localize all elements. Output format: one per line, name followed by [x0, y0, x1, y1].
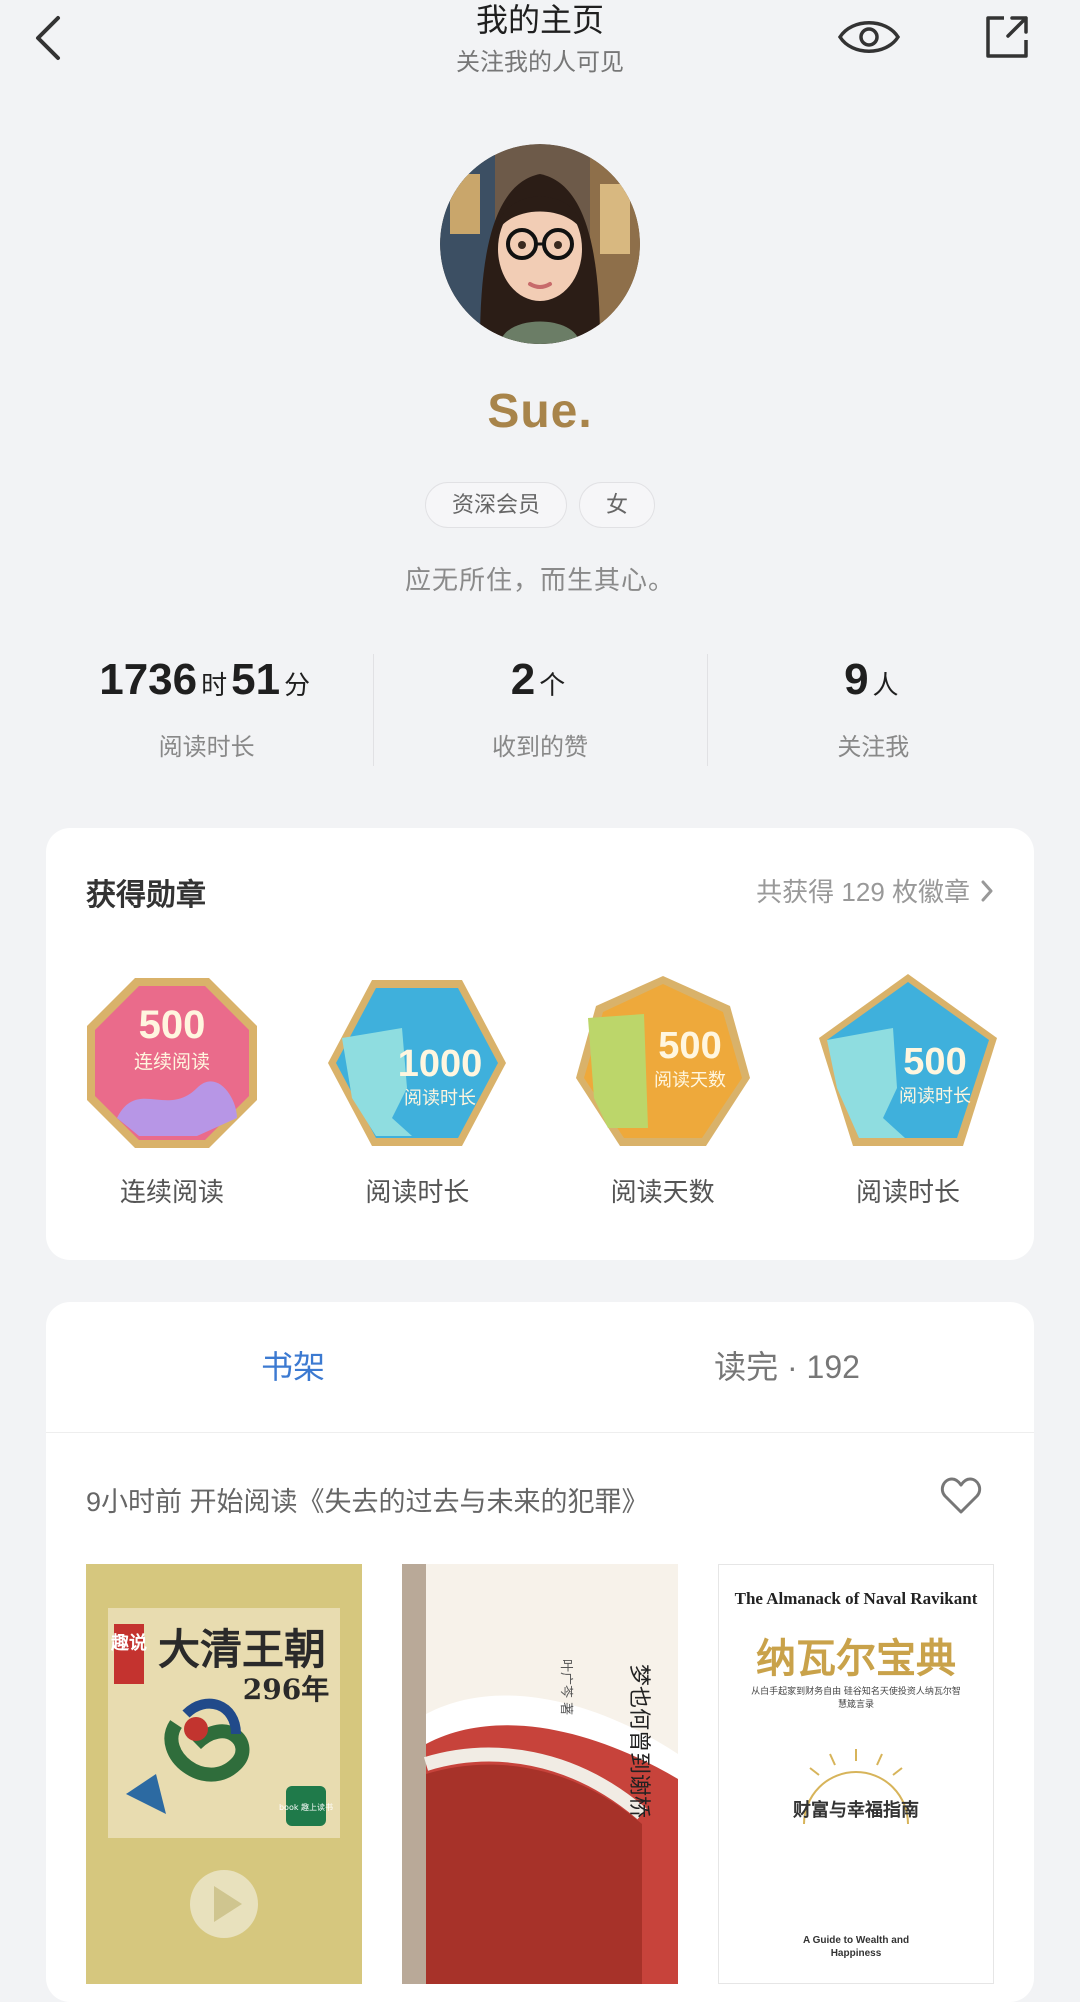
cover-title: 纳瓦尔宝典 — [756, 1635, 956, 1682]
cover-title: 大清王朝 — [158, 1625, 326, 1674]
cover-subtitle: 财富与幸福指南 — [793, 1799, 919, 1821]
tab-bookshelf[interactable]: 书架 — [46, 1302, 540, 1432]
medal-label: 阅读天数 — [610, 1177, 715, 1207]
recent-activity-text: 9小时前 开始阅读《失去的过去与未来的犯罪》 — [86, 1487, 649, 1517]
likes-unit: 个 — [539, 670, 566, 700]
medal-item[interactable]: 500 连续阅读 连续阅读 — [72, 968, 272, 1209]
medal-number: 500 — [658, 1025, 721, 1067]
medals-title: 获得勋章 — [86, 879, 206, 912]
cover-subtitle: 296年 — [243, 1673, 329, 1706]
reading-time-stat[interactable]: 1736 时51 分 阅读时长 — [40, 650, 373, 770]
cover-title-en: The Almanack of Naval Ravikant — [735, 1589, 978, 1608]
pentagon-medal-icon: 500 阅读时长 — [818, 974, 997, 1146]
book-list: 趣说 大清王朝 296年 book 趣上读书 梦也何曾到谢桥 叶广芩 著 The… — [86, 1564, 994, 1984]
reading-time-label: 阅读时长 — [158, 734, 255, 761]
user-bio: 应无所住，而生其心。 — [404, 565, 675, 595]
medals-list: 500 连续阅读 连续阅读 1000 阅读时长 阅读时长 500 阅读天数 阅读… — [72, 968, 1008, 1209]
followers-value: 9 — [844, 655, 869, 704]
followers-label: 关注我 — [837, 734, 910, 761]
medal-label: 连续阅读 — [119, 1177, 224, 1207]
likes-stat[interactable]: 2个 收到的赞 — [373, 650, 706, 770]
followers-stat[interactable]: 9人 关注我 — [706, 650, 1040, 770]
medal-label: 阅读时长 — [365, 1177, 470, 1207]
medal-number: 1000 — [398, 1043, 483, 1085]
header-title-block: 我的主页 关注我的人可见 — [0, 0, 1080, 78]
share-external-icon[interactable] — [982, 12, 1032, 62]
medal-number: 500 — [139, 1003, 206, 1047]
medal-item[interactable]: 500 阅读天数 阅读天数 — [563, 968, 763, 1209]
hours-unit: 时 — [201, 670, 228, 700]
bookshelf-card: 书架 读完 · 192 9小时前 开始阅读《失去的过去与未来的犯罪》 趣说 大清… — [46, 1302, 1034, 2002]
hexagon-medal-icon: 1000 阅读时长 — [328, 980, 507, 1146]
cover-title: 梦也何曾到谢桥 — [626, 1664, 651, 1818]
eye-icon[interactable] — [836, 12, 902, 62]
heart-icon[interactable] — [940, 1476, 982, 1516]
avatar[interactable] — [440, 144, 640, 344]
cover-author: 叶广芩 著 — [558, 1659, 573, 1715]
user-name: Sue. — [487, 385, 593, 438]
medal-item[interactable]: 1000 阅读时长 阅读时长 — [317, 968, 517, 1209]
reading-hours-value: 1736 — [99, 655, 198, 704]
book-cover[interactable]: The Almanack of Naval Ravikant 纳瓦尔宝典 从白手… — [718, 1564, 994, 1984]
stats-row: 1736 时51 分 阅读时长 2个 收到的赞 9人 关注我 — [40, 650, 1040, 770]
octagon-medal-icon: 500 连续阅读 — [87, 978, 257, 1148]
medal-number: 500 — [903, 1041, 966, 1083]
medal-label: 阅读时长 — [855, 1177, 960, 1207]
medal-caption: 阅读天数 — [654, 1070, 726, 1091]
profile-tags: 资深会员 女 — [0, 482, 1080, 528]
gender-tag: 女 — [579, 482, 656, 528]
heptagon-medal-icon: 500 阅读天数 — [575, 976, 750, 1146]
reading-minutes-value: 51 — [231, 655, 281, 704]
cover-tagline: 从白手起家到财务自由 硅谷知名天使投资人纳瓦尔智慧箴言录 — [751, 1687, 961, 1710]
cover-badge: 趣说 — [110, 1632, 147, 1654]
medals-card: 获得勋章 共获得 129 枚徽章 500 连续阅读 连续阅读 1000 阅读时长 — [46, 828, 1034, 1260]
medal-caption: 阅读时长 — [404, 1088, 476, 1109]
minutes-unit: 分 — [284, 670, 311, 700]
medal-caption: 阅读时长 — [899, 1086, 971, 1107]
member-level-tag: 资深会员 — [424, 482, 567, 528]
likes-label: 收到的赞 — [491, 734, 588, 761]
shelf-tabs: 书架 读完 · 192 — [46, 1302, 1034, 1433]
book-cover[interactable]: 趣说 大清王朝 296年 book 趣上读书 — [86, 1564, 362, 1984]
cover-brand: book 趣上读书 — [279, 1802, 333, 1812]
chevron-right-icon — [981, 880, 993, 901]
followers-unit: 人 — [872, 670, 899, 700]
book-cover[interactable]: 梦也何曾到谢桥 叶广芩 著 — [402, 1564, 678, 1984]
tab-finished[interactable]: 读完 · 192 — [540, 1302, 1034, 1432]
page-title: 我的主页 — [475, 2, 604, 38]
medal-item[interactable]: 500 阅读时长 阅读时长 — [808, 968, 1008, 1209]
medal-caption: 连续阅读 — [134, 1051, 210, 1073]
likes-value: 2 — [510, 655, 536, 704]
medals-more-link[interactable]: 共获得 129 枚徽章 — [756, 872, 994, 909]
medals-summary: 共获得 129 枚徽章 — [756, 877, 970, 907]
page-subtitle: 关注我的人可见 — [456, 49, 624, 76]
cover-sub-en: A Guide to Wealth and Happiness — [802, 1935, 910, 1959]
